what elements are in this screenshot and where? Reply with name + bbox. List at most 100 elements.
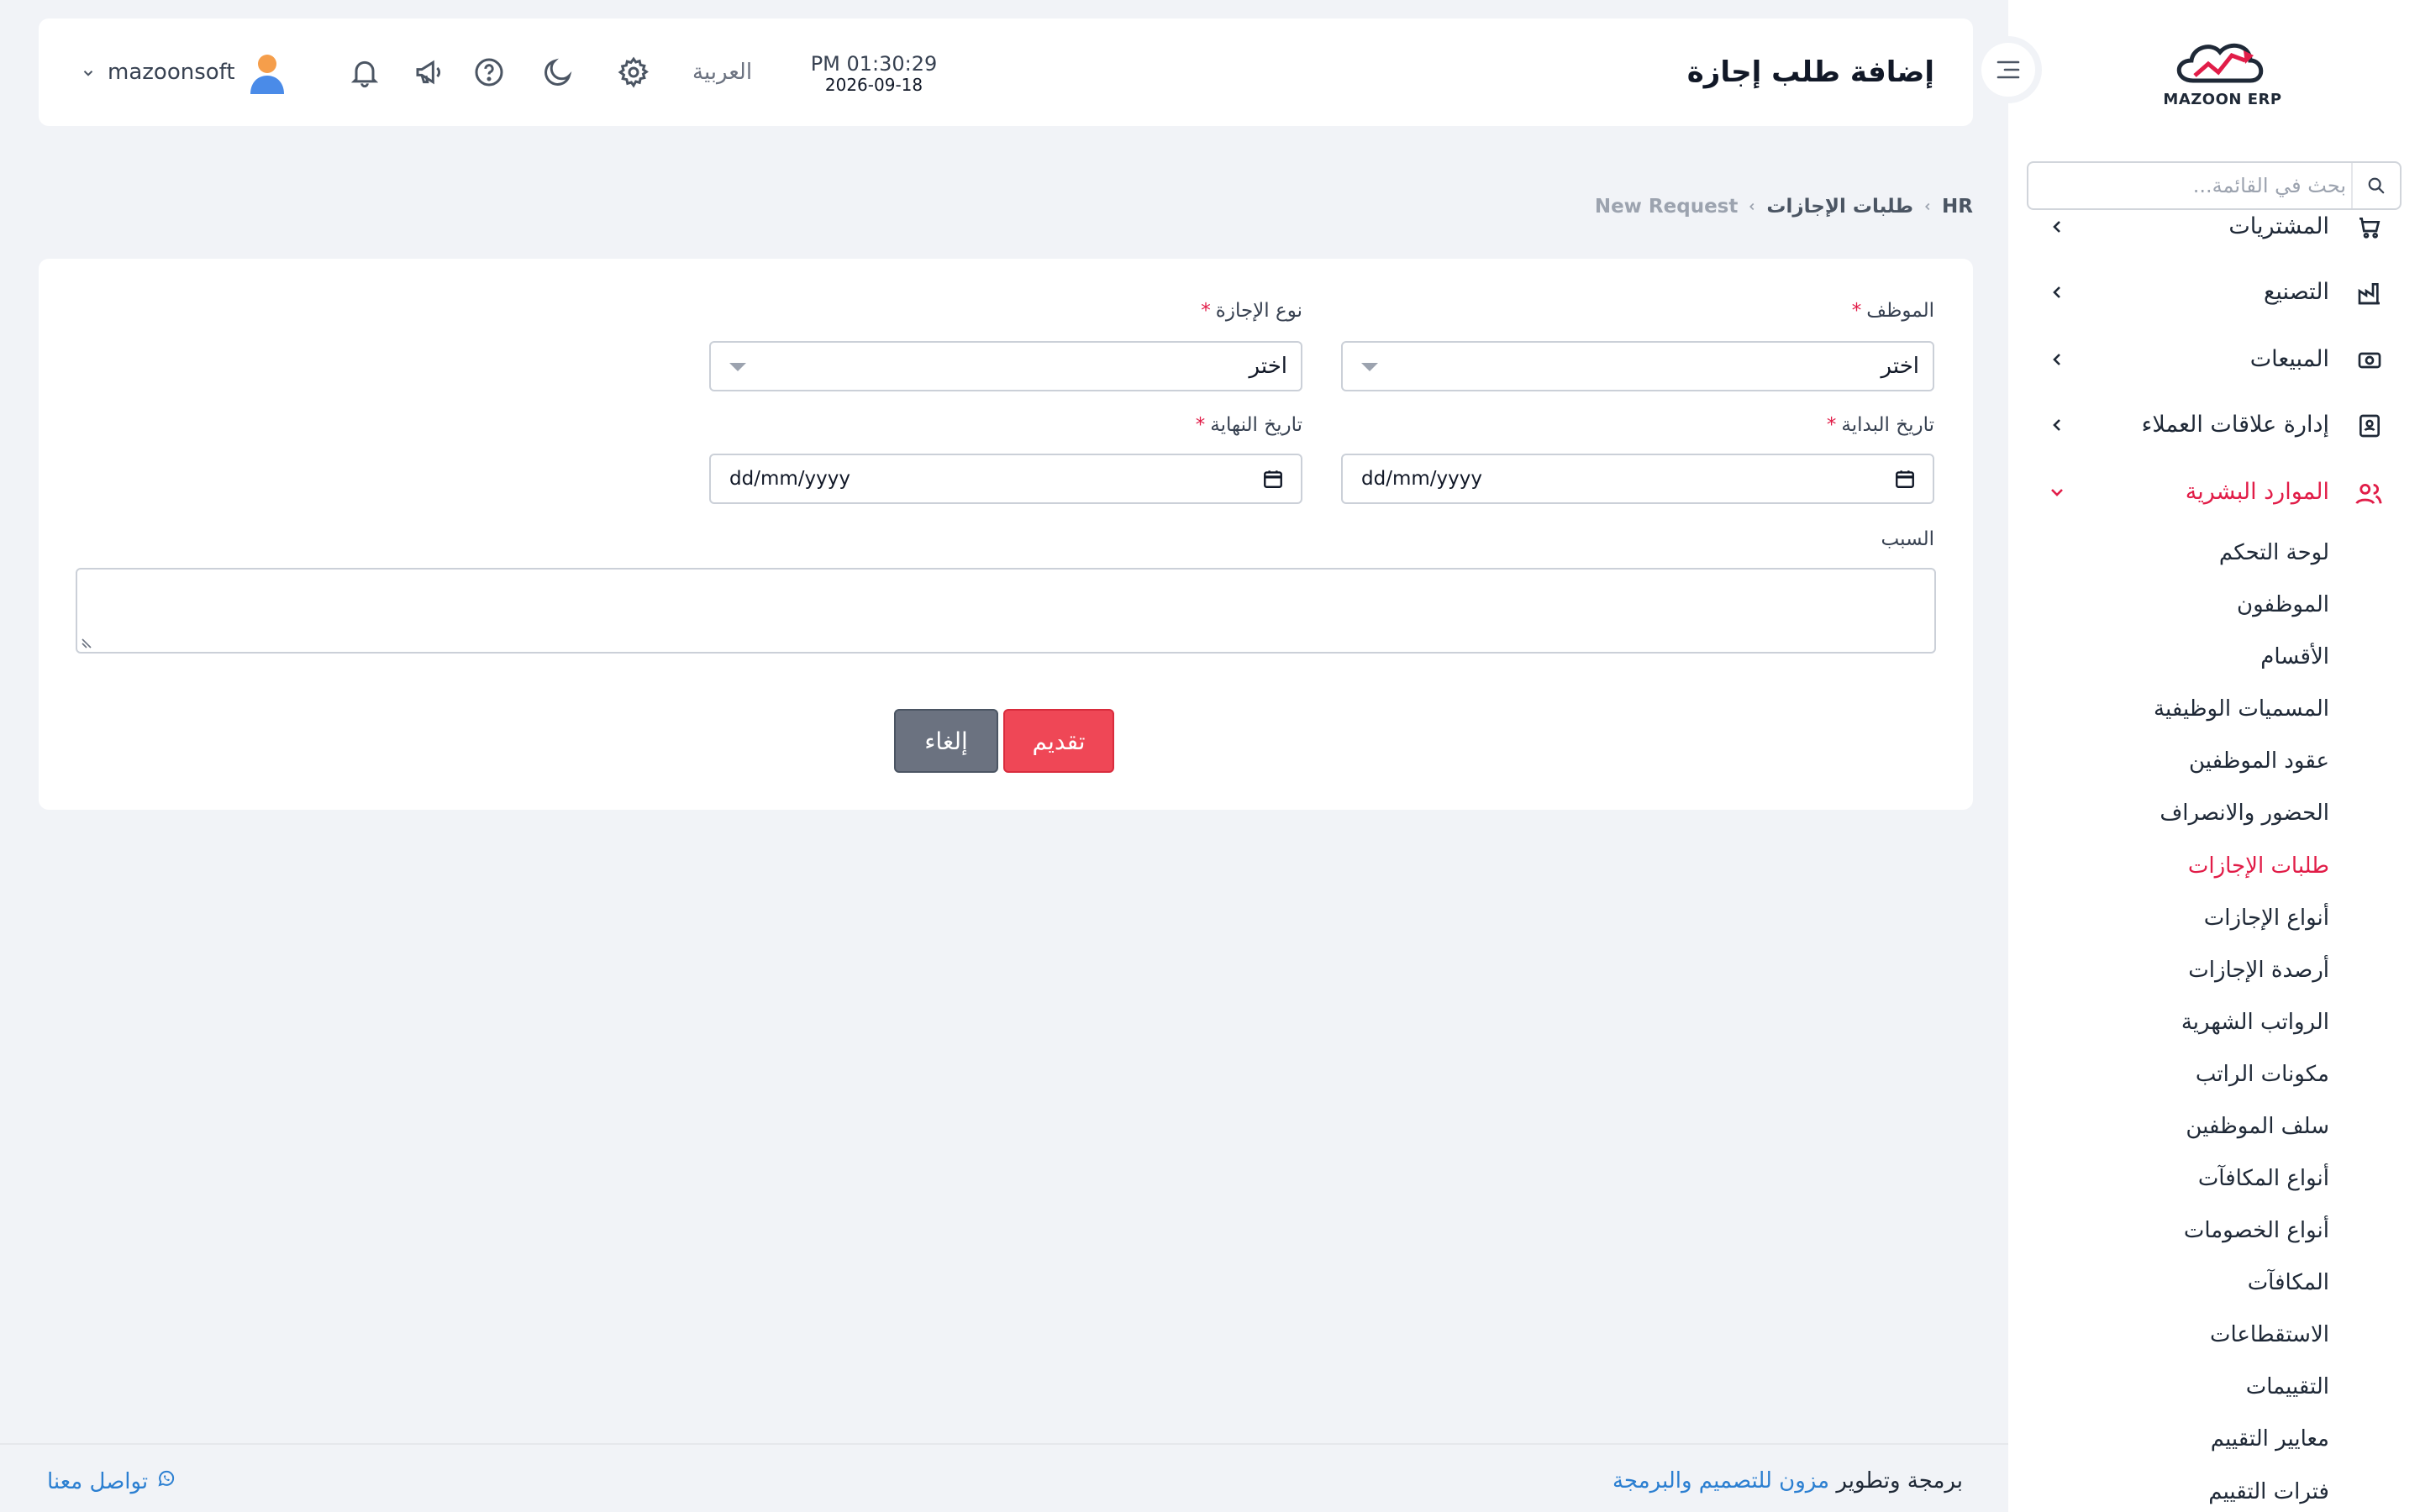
footer: برمجة وتطوير مزون للتصميم والبرمجة تواصل… [0,1443,2008,1512]
required-mark: * [1826,414,1837,436]
start-date-label: تاريخ البداية* [1827,412,1934,438]
breadcrumb-hr[interactable]: HR [1942,196,1973,218]
submit-button[interactable]: تقديم [1003,709,1114,773]
employee-select[interactable]: اختر [1341,341,1934,391]
sidebar-subitem-job-titles[interactable]: المسميات الوظيفية [2154,685,2329,732]
end-date-input[interactable]: dd/mm/yyyy [709,454,1302,504]
chevron-left-icon [1913,201,1942,213]
chevron-down-icon[interactable] [81,66,96,81]
chevron-left-icon [1738,201,1766,213]
start-date-input[interactable]: dd/mm/yyyy [1341,454,1934,504]
sidebar-toggle-button[interactable] [1975,36,2042,103]
sidebar-item-label: التصنيع [2264,279,2329,305]
megaphone-icon[interactable] [413,55,447,89]
sidebar-item-label: المبيعات [2249,346,2329,372]
end-date-label: تاريخ النهاية* [1196,412,1302,438]
chevron-left-icon [2047,217,2067,237]
footer-credit: برمجة وتطوير مزون للتصميم والبرمجة [1612,1468,1963,1494]
sidebar-subitem-bonuses[interactable]: المكافآت [2248,1259,2329,1306]
clock: PM 01:30:29 2026-09-18 [798,52,950,94]
sidebar-subitem-evaluation-criteria[interactable]: معايير التقييم [2211,1415,2329,1462]
chevron-left-icon [2047,415,2067,435]
sidebar-subitem-payroll[interactable]: الرواتب الشهرية [2181,999,2329,1046]
end-date-placeholder: dd/mm/yyyy [729,468,850,490]
employee-select-value: اختر [1881,354,1920,379]
menu-search-overlay[interactable] [2027,161,2402,210]
sidebar-subitem-deductions[interactable]: الاستقطاعات [2210,1311,2329,1358]
breadcrumb-current: New Request [1594,196,1739,218]
sidebar-subitem-attendance[interactable]: الحضور والانصراف [2160,790,2329,837]
clock-time: PM 01:30:29 [810,52,938,76]
mazoon-logo[interactable]: MAZOON ERP [2160,35,2286,116]
required-mark: * [1851,300,1862,322]
sidebar-subitem-advances[interactable]: سلف الموظفين [2186,1103,2329,1150]
start-date-placeholder: dd/mm/yyyy [1361,468,1482,490]
sidebar-subitem-departments[interactable]: الأقسام [2260,633,2329,680]
language-switch[interactable]: العربية [692,18,752,126]
breadcrumb-leave-requests[interactable]: طلبات الإجازات [1766,196,1913,218]
sidebar-item-label: إدارة علاقات العملاء [2141,412,2329,438]
factory-icon [2356,280,2383,307]
contact-card-icon [2356,412,2383,439]
search-icon[interactable] [2351,163,2400,208]
bell-icon[interactable] [348,55,381,89]
contact-us-label: تواصل معنا [47,1468,149,1494]
menu-toggle-icon [1996,60,2020,79]
end-date-label-text: تاريخ النهاية [1210,414,1302,436]
sidebar-subitem-leave-types[interactable]: أنواع الإجازات [2204,895,2329,942]
avatar[interactable] [247,52,287,96]
leave-request-form: الموظف* اختر نوع الإجازة* اختر تاريخ الب… [39,259,1973,810]
help-icon[interactable] [472,55,506,89]
footer-credit-link[interactable]: مزون للتصميم والبرمجة [1612,1468,1829,1494]
user-name[interactable]: mazoonsoft [108,18,235,126]
cash-icon [2356,347,2383,374]
leave-type-select[interactable]: اختر [709,341,1302,391]
sidebar-subitem-leave-requests[interactable]: طلبات الإجازات [2188,843,2329,890]
whatsapp-icon [156,1468,176,1494]
sidebar-subitem-dashboard[interactable]: لوحة التحكم [2219,529,2329,576]
logo-cloud-icon [2176,43,2264,83]
leave-type-label: نوع الإجازة* [1201,297,1302,324]
chevron-left-icon [2047,282,2067,302]
menu-search-input[interactable] [2035,163,2348,208]
required-mark: * [1195,414,1206,436]
leave-type-label-text: نوع الإجازة [1215,300,1302,322]
breadcrumb: HR طلبات الإجازات New Request [1595,190,1973,223]
cancel-button[interactable]: إلغاء [894,709,998,773]
sidebar-item-hr[interactable]: الموارد البشرية [2008,469,2420,516]
users-icon [2355,480,2383,507]
page-title: إضافة طلب إجازة [1686,55,1934,89]
moon-icon[interactable] [541,55,575,89]
resize-grip-icon[interactable] [81,637,92,648]
sidebar-subitem-leave-balances[interactable]: أرصدة الإجازات [2188,947,2329,994]
start-date-label-text: تاريخ البداية [1841,414,1934,436]
sidebar-subitem-deduction-types[interactable]: أنواع الخصومات [2184,1207,2329,1254]
reason-label: السبب [1881,528,1934,550]
sidebar-subitem-salary-components[interactable]: مكونات الراتب [2196,1051,2329,1098]
sidebar-subitem-evaluation-periods[interactable]: فترات التقييم [2208,1468,2329,1512]
caret-down-icon [729,363,746,371]
sidebar: MAZOON ERP المشتريات التصنيع [2008,0,2420,1512]
calendar-icon[interactable] [1262,468,1284,490]
sidebar-item-label: الموارد البشرية [2185,479,2329,505]
chevron-down-icon [2047,482,2067,502]
sidebar-subitem-employees[interactable]: الموظفون [2237,581,2329,628]
footer-credit-text: برمجة وتطوير [1836,1468,1963,1494]
caret-down-icon [1361,363,1378,371]
sidebar-item-crm[interactable]: إدارة علاقات العملاء [2008,402,2420,449]
sidebar-item-sales[interactable]: المبيعات [2008,336,2420,383]
sidebar-subitem-bonus-types[interactable]: أنواع المكافآت [2198,1155,2329,1202]
cart-icon [2356,214,2383,241]
calendar-icon[interactable] [1894,468,1916,490]
contact-us-link[interactable]: تواصل معنا [47,1468,176,1494]
sidebar-subitem-contracts[interactable]: عقود الموظفين [2189,738,2329,785]
gear-icon[interactable] [617,55,650,89]
logo-text: MAZOON ERP [2163,91,2282,108]
reason-textarea[interactable] [76,568,1936,654]
employee-label-text: الموظف [1866,300,1934,322]
clock-date: 2026-09-18 [824,75,923,95]
employee-label: الموظف* [1852,297,1934,324]
required-mark: * [1201,300,1211,322]
sidebar-subitem-evaluations[interactable]: التقييمات [2246,1363,2329,1410]
sidebar-item-manufacturing[interactable]: التصنيع [2008,269,2420,316]
